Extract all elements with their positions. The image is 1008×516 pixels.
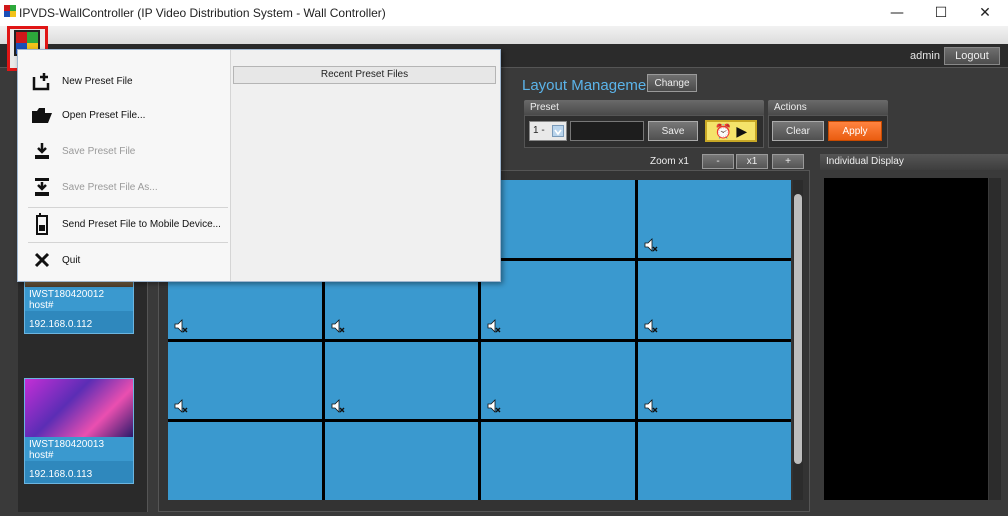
layout-management-title: Layout Management — [522, 77, 659, 94]
wall-display-cell[interactable] — [481, 422, 635, 500]
preset-name-field[interactable] — [570, 121, 644, 141]
mute-icon[interactable] — [644, 318, 658, 333]
wall-display-cell[interactable] — [481, 341, 635, 420]
close-window-button[interactable]: ✕ — [964, 0, 1006, 26]
menu-label: Save Preset File — [62, 145, 136, 157]
preset-group-header: Preset — [524, 100, 764, 115]
source-host: host# — [29, 450, 54, 461]
zoom-out-button[interactable]: - — [702, 154, 734, 169]
menu-item-quit[interactable]: Quit — [18, 243, 230, 277]
close-x-icon — [30, 248, 54, 272]
preset-number-value: 1 - — [533, 125, 545, 136]
apply-button[interactable]: Apply — [828, 121, 882, 141]
clear-button[interactable]: Clear — [772, 121, 824, 141]
mute-icon[interactable] — [487, 318, 501, 333]
preset-number-select[interactable]: 1 - — [529, 121, 567, 141]
new-file-icon — [30, 69, 54, 93]
mobile-device-icon — [30, 212, 54, 236]
source-name: IWST180420013 — [29, 439, 105, 450]
schedule-play-button[interactable]: ⏰ ▶ — [705, 120, 757, 142]
window-title: IPVDS-WallController (IP Video Distribut… — [19, 6, 386, 20]
source-card[interactable]: IWST180420013 host# 192.168.0.113 — [24, 378, 134, 484]
alarm-clock-icon: ⏰ — [714, 122, 733, 139]
save-as-icon — [30, 175, 54, 199]
menu-strip — [0, 26, 1008, 44]
mute-icon[interactable] — [331, 399, 345, 414]
wall-display-cell[interactable] — [481, 260, 635, 339]
menu-label: Quit — [62, 254, 81, 266]
play-icon: ▶ — [736, 122, 748, 139]
source-ip: 192.168.0.112 — [25, 311, 133, 333]
individual-display-scrollbar[interactable] — [989, 178, 1001, 500]
recent-preset-files-header: Recent Preset Files — [233, 66, 496, 84]
menu-item-send-to-mobile[interactable]: Send Preset File to Mobile Device... — [18, 207, 230, 241]
wall-display-cell[interactable] — [637, 422, 791, 500]
open-folder-icon — [30, 103, 54, 127]
save-preset-button[interactable]: Save — [648, 121, 698, 141]
mute-icon[interactable] — [174, 399, 188, 414]
menu-item-save-preset-as[interactable]: Save Preset File As... — [18, 170, 230, 204]
logout-button[interactable]: Logout — [944, 47, 1000, 65]
zoom-bar: Zoom x1 - x1 + — [500, 154, 813, 170]
mute-icon[interactable] — [487, 399, 501, 414]
wall-display-cell[interactable] — [481, 180, 635, 258]
mute-icon[interactable] — [644, 399, 658, 414]
source-thumbnail — [25, 379, 133, 437]
chevron-down-icon — [552, 125, 564, 137]
menu-commands-pane: New Preset File Open Preset File... Save… — [18, 50, 230, 281]
source-list: IWST180420012 host# 192.168.0.112 IWST18… — [18, 270, 148, 512]
source-ip: 192.168.0.113 — [25, 461, 133, 483]
zoom-label: Zoom x1 — [650, 156, 689, 167]
mute-icon[interactable] — [174, 318, 188, 333]
wall-display-cell[interactable] — [324, 341, 478, 420]
file-menu-dropdown: New Preset File Open Preset File... Save… — [17, 49, 501, 282]
wall-display-cell[interactable] — [324, 422, 478, 500]
user-label: admin — [910, 50, 940, 62]
mute-icon[interactable] — [331, 318, 345, 333]
mute-icon[interactable] — [644, 237, 658, 252]
wall-display-cell[interactable] — [637, 180, 791, 258]
menu-label: Open Preset File... — [62, 109, 146, 121]
app-logo-icon — [4, 5, 16, 17]
window-titlebar: IPVDS-WallController (IP Video Distribut… — [0, 0, 1008, 26]
minimize-button[interactable]: — — [876, 0, 918, 26]
source-name: IWST180420012 — [29, 289, 105, 300]
menu-label: Save Preset File As... — [62, 181, 158, 193]
zoom-reset-button[interactable]: x1 — [736, 154, 768, 169]
maximize-button[interactable]: ☐ — [920, 0, 962, 26]
menu-label: Send Preset File to Mobile Device... — [62, 218, 221, 230]
individual-display-header: Individual Display — [820, 154, 1008, 170]
change-layout-button[interactable]: Change — [647, 74, 697, 92]
wall-display-cell[interactable] — [637, 341, 791, 420]
menu-label: New Preset File — [62, 75, 133, 87]
source-host: host# — [29, 300, 54, 311]
save-icon — [30, 139, 54, 163]
menu-item-open-preset[interactable]: Open Preset File... — [18, 98, 230, 132]
video-wall-scrollbar[interactable] — [793, 180, 803, 500]
wall-display-cell[interactable] — [637, 260, 791, 339]
wall-display-cell[interactable] — [168, 341, 322, 420]
wall-display-cell[interactable] — [168, 422, 322, 500]
actions-group-header: Actions — [768, 100, 888, 115]
recent-files-pane: Recent Preset Files — [230, 50, 500, 281]
menu-item-new-preset[interactable]: New Preset File — [18, 64, 230, 98]
scrollbar-thumb[interactable] — [794, 194, 802, 464]
individual-display-preview — [824, 178, 988, 500]
zoom-in-button[interactable]: + — [772, 154, 804, 169]
menu-item-save-preset[interactable]: Save Preset File — [18, 134, 230, 168]
